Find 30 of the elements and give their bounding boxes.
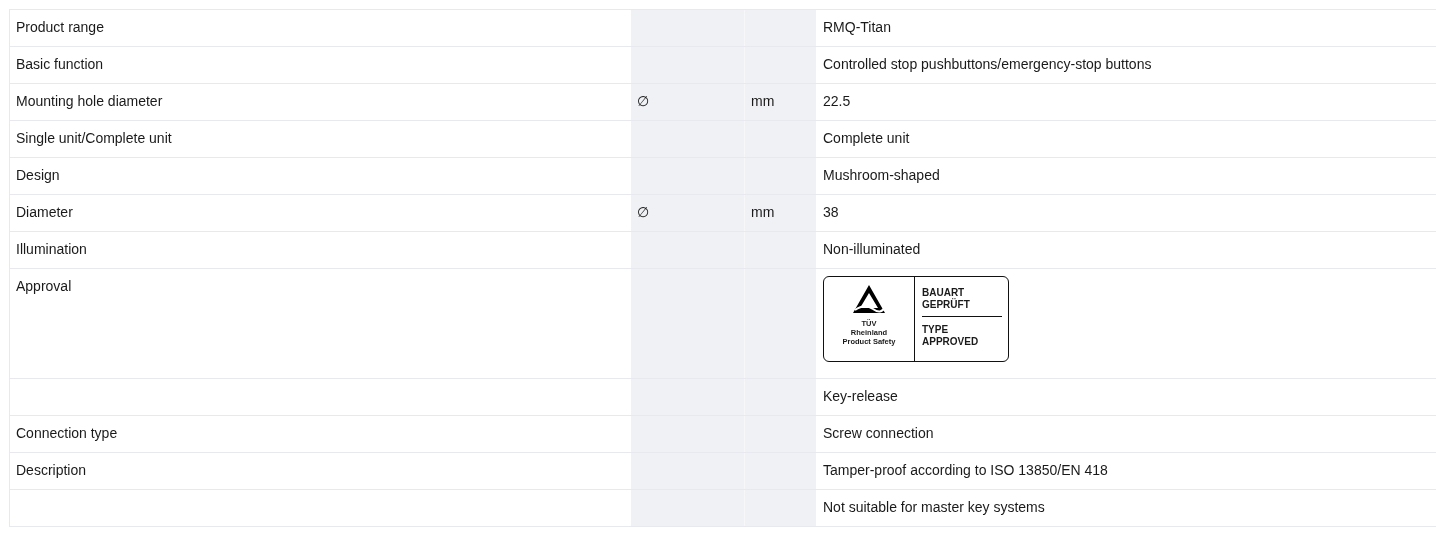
- property-value: Screw connection: [823, 425, 934, 441]
- badge-text: GEPRÜFT: [922, 299, 971, 311]
- property-label: Basic function: [16, 56, 104, 72]
- property-label: Product range: [16, 19, 104, 35]
- property-value: Controlled stop pushbuttons/emergency-stop buttons: [823, 56, 1152, 72]
- badge-text: BAUART: [922, 287, 966, 298]
- property-label: Design: [16, 167, 60, 183]
- property-value: Mushroom-shaped: [823, 167, 940, 183]
- property-label: Illumination: [16, 241, 87, 257]
- property-value: 38: [823, 204, 839, 220]
- symbol-cell: ∅: [631, 84, 744, 120]
- unit-cell: mm: [744, 195, 816, 231]
- property-value: 22.5: [823, 93, 851, 109]
- property-value: RMQ-Titan: [823, 19, 891, 35]
- property-value: Key-release: [823, 388, 898, 404]
- property-value: Tamper-proof according to ISO 13850/EN 418: [823, 462, 1108, 478]
- property-label: Mounting hole diameter: [16, 93, 163, 109]
- symbol-cell: ∅: [631, 195, 744, 231]
- property-label: Approval: [16, 278, 72, 294]
- property-label: Connection type: [16, 425, 118, 441]
- property-value: Complete unit: [823, 130, 910, 146]
- property-label: Description: [16, 462, 87, 478]
- property-value: Not suitable for master key systems: [823, 499, 1045, 515]
- badge-text: TYPE: [922, 324, 950, 336]
- property-label: Single unit/Complete unit: [16, 130, 172, 146]
- triangle-wave-icon: [851, 283, 887, 315]
- property-label: Diameter: [16, 204, 73, 220]
- property-value: Non-illuminated: [823, 241, 921, 257]
- unit-cell: mm: [744, 84, 816, 120]
- badge-text: APPROVED: [922, 336, 980, 348]
